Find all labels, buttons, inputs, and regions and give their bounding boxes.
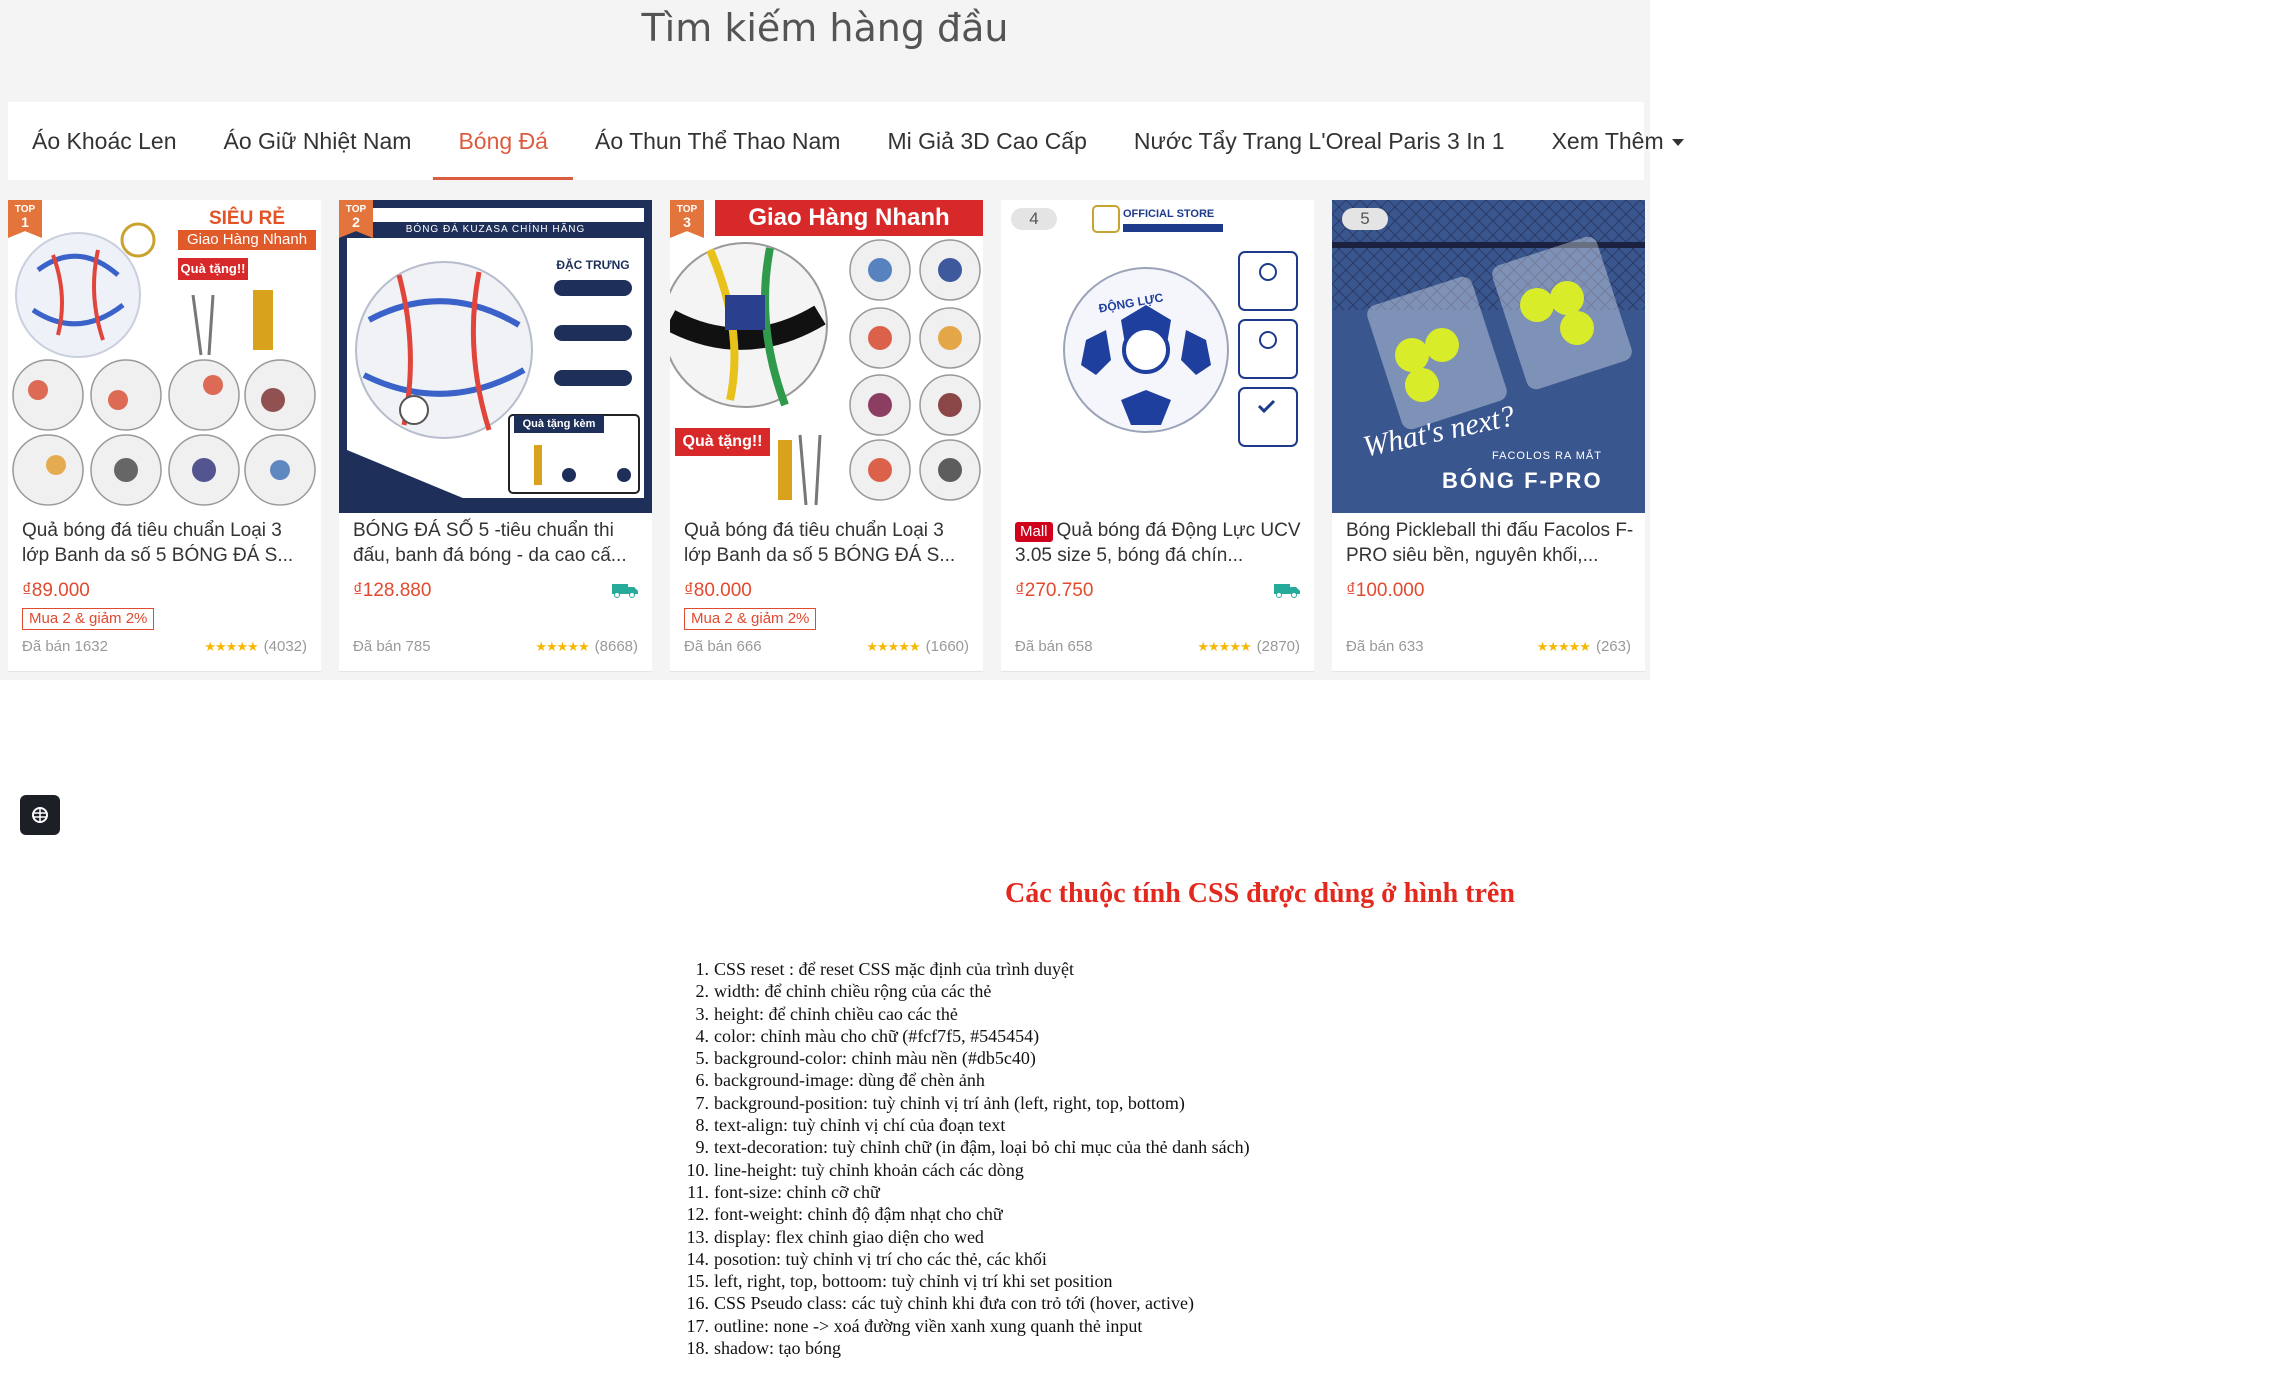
product-card[interactable]: TOP 1 SIÊU RẺ Giao Hàng Nhanh Quà tặng!! …: [8, 200, 321, 672]
product-name: Bóng Pickleball thi đấu Facolos F-PRO si…: [1346, 520, 1634, 566]
sold-count: Đã bán 666: [684, 638, 762, 655]
more-tabs-label: Xem Thêm: [1551, 128, 1664, 154]
list-item: CSS reset : để reset CSS mặc định của tr…: [696, 958, 1074, 981]
sold-count: Đã bán 1632: [22, 638, 108, 655]
product-image: TOP 2 BÓNG ĐÁ KUZASA CHÍNH HÃNG ĐẶC TRƯNG…: [339, 200, 652, 513]
product-card[interactable]: TOP 2 BÓNG ĐÁ KUZASA CHÍNH HÃNG ĐẶC TRƯNG…: [339, 200, 652, 672]
list-item: text-decoration: tuỳ chỉnh chữ (in đậm, …: [696, 1136, 1250, 1159]
star-rating-icon: ★★★★★: [535, 639, 589, 654]
image-banner-text: SIÊU RẺ: [208, 208, 286, 229]
product-price: ₫270.750: [1015, 580, 1094, 601]
product-image: 4 OFFICIAL STORE ĐỘNG LỰC: [1001, 200, 1314, 513]
image-banner-text: ĐẶC TRƯNG: [556, 258, 630, 272]
free-shipping-icon: [1274, 584, 1300, 598]
image-banner-text: FACOLOS RA MẮT: [1492, 450, 1602, 462]
image-banner-text: Giao Hàng Nhanh: [186, 231, 308, 248]
tab-bong-da[interactable]: Bóng Đá: [433, 102, 573, 180]
more-tabs-button[interactable]: Xem Thêm: [1552, 102, 1684, 180]
tab-mi-gia-3d[interactable]: Mi Giả 3D Cao Cấp: [887, 102, 1086, 180]
list-item: background-position: tuỳ chỉnh vị trí ản…: [696, 1092, 1185, 1115]
rating: ★★★★★ (4032): [204, 638, 307, 655]
sold-count: Đã bán 633: [1346, 638, 1424, 655]
image-gift-text: BÓNG F-PRO: [1442, 468, 1603, 493]
rating: ★★★★★ (263): [1536, 638, 1631, 655]
list-item: background-image: dùng để chèn ảnh: [696, 1069, 985, 1092]
product-image: TOP 1 SIÊU RẺ Giao Hàng Nhanh Quà tặng!!: [8, 200, 321, 513]
product-price: ₫128.880: [353, 580, 432, 601]
list-item: text-align: tuỳ chỉnh vị chí của đoạn te…: [696, 1114, 1006, 1137]
list-item: outline: none -> xoá đường viền xanh xun…: [687, 1315, 1143, 1338]
list-item: height: để chỉnh chiều cao các thẻ: [696, 1003, 958, 1026]
product-image: TOP 3 Giao Hàng Nhanh Quà tặng!!: [670, 200, 983, 513]
list-item: left, right, top, bottoom: tuỳ chỉnh vị …: [687, 1270, 1113, 1293]
image-gift-text: Quà tặng!!: [180, 261, 246, 276]
product-image: 5 What's next? FACOLOS RA MẮT BÓNG F-PRO: [1332, 200, 1645, 513]
product-card[interactable]: 4 OFFICIAL STORE ĐỘNG LỰC Mall Quả bóng đ…: [1001, 200, 1314, 672]
product-price: ₫89.000: [22, 580, 90, 601]
image-banner-text: OFFICIAL STORE: [1123, 208, 1215, 220]
list-item: display: flex chỉnh giao diện cho wed: [687, 1226, 984, 1249]
tab-ao-khoac-len[interactable]: Áo Khoác Len: [32, 102, 177, 180]
product-price: ₫100.000: [1346, 580, 1425, 601]
star-rating-icon: ★★★★★: [204, 639, 258, 654]
product-name: Quả bóng đá tiêu chuẩn Loại 3 lớp Banh d…: [684, 520, 956, 566]
product-list: TOP 1 SIÊU RẺ Giao Hàng Nhanh Quà tặng!! …: [8, 200, 1645, 672]
free-shipping-icon: [612, 584, 638, 598]
product-card[interactable]: TOP 3 Giao Hàng Nhanh Quà tặng!! Quả bóng…: [670, 200, 983, 672]
list-item: width: để chỉnh chiều rộng của các thẻ: [696, 980, 992, 1003]
product-card[interactable]: 5 What's next? FACOLOS RA MẮT BÓNG F-PRO…: [1332, 200, 1645, 672]
promo-tag: Mua 2 & giảm 2%: [684, 608, 817, 630]
caret-down-icon: [1671, 139, 1684, 147]
tab-nuoc-tay-trang[interactable]: Nước Tẩy Trang L'Oreal Paris 3 In 1: [1134, 102, 1505, 180]
css-properties-list: CSS reset : để reset CSS mặc định của tr…: [687, 958, 1250, 1360]
star-rating-icon: ★★★★★: [1197, 639, 1251, 654]
list-item: font-weight: chỉnh độ đậm nhạt cho chữ: [687, 1203, 1003, 1226]
list-item: font-size: chỉnh cỡ chữ: [687, 1181, 880, 1204]
list-item: background-color: chỉnh màu nền (#db5c40…: [696, 1047, 1036, 1070]
brain-icon: [32, 807, 48, 823]
image-gift-text: Quà tặng!!: [682, 433, 763, 450]
list-item: line-height: tuỳ chỉnh khoản cách các dò…: [687, 1159, 1024, 1182]
css-list-title: Các thuộc tính CSS được dùng ở hình trên: [1005, 878, 1515, 909]
mall-badge: Mall: [1015, 522, 1053, 542]
top-search-panel: Tìm kiếm hàng đầu Áo Khoác Len Áo Giữ Nh…: [0, 0, 1684, 680]
rank-badge: 4: [1011, 208, 1057, 230]
tab-ao-giu-nhiet-nam[interactable]: Áo Giữ Nhiệt Nam: [224, 102, 412, 180]
product-name: Quả bóng đá tiêu chuẩn Loại 3 lớp Banh d…: [22, 520, 294, 566]
product-name: Mall Quả bóng đá Động Lực UCV 3.05 size 5…: [1015, 520, 1301, 566]
list-item: CSS Pseudo class: các tuỳ chỉnh khi đưa …: [687, 1292, 1194, 1315]
tab-ao-thun-the-thao-nam[interactable]: Áo Thun Thể Thao Nam: [595, 102, 841, 180]
image-gift-text: Quà tặng kèm: [522, 418, 596, 430]
rating: ★★★★★ (2870): [1197, 638, 1300, 655]
list-item: shadow: tạo bóng: [687, 1337, 841, 1360]
rating: ★★★★★ (1660): [866, 638, 969, 655]
rating: ★★★★★ (8668): [535, 638, 638, 655]
rank-badge: 5: [1342, 208, 1388, 230]
sold-count: Đã bán 785: [353, 638, 431, 655]
image-banner-text: BÓNG ĐÁ KUZASA CHÍNH HÃNG: [405, 224, 586, 235]
panel-title: Tìm kiếm hàng đầu: [641, 6, 1009, 50]
list-item: posotion: tuỳ chỉnh vị trí cho các thẻ, …: [687, 1248, 1047, 1271]
star-rating-icon: ★★★★★: [1536, 639, 1591, 654]
floating-button[interactable]: [20, 795, 60, 835]
promo-tag: Mua 2 & giảm 2%: [22, 608, 155, 630]
star-rating-icon: ★★★★★: [866, 639, 920, 654]
list-item: color: chỉnh màu cho chữ (#fcf7f5, #5454…: [696, 1025, 1040, 1048]
sold-count: Đã bán 658: [1015, 638, 1093, 655]
category-tabs: Áo Khoác Len Áo Giữ Nhiệt Nam Bóng Đá Áo…: [8, 102, 1684, 180]
image-banner-text: Giao Hàng Nhanh: [748, 204, 950, 231]
product-price: ₫80.000: [684, 580, 752, 601]
product-name: BÓNG ĐÁ SỐ 5 -tiêu chuẩn thi đấu, banh đ…: [353, 520, 627, 566]
